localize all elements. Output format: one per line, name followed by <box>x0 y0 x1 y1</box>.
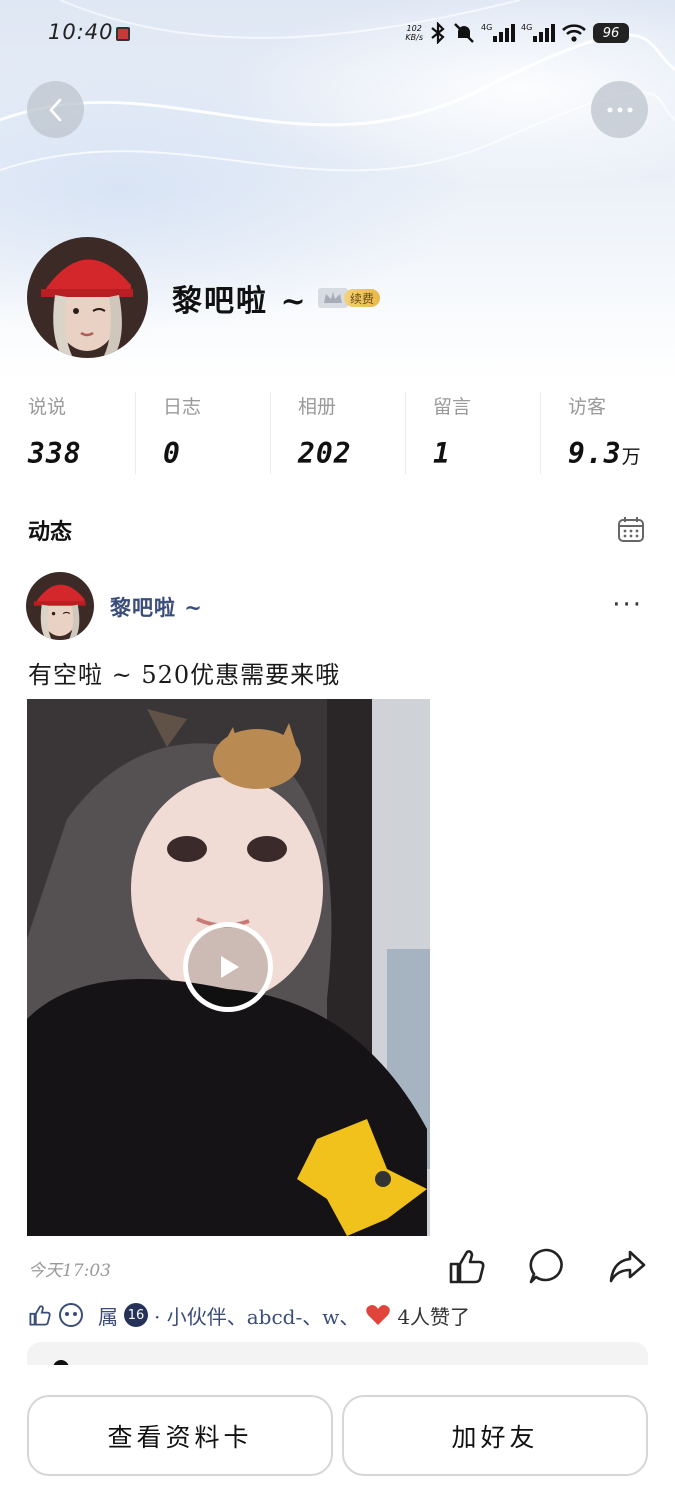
stat-number: 1 <box>433 437 451 470</box>
status-time: 10:40 <box>48 20 114 44</box>
signal-4g-icon: 4G <box>481 23 515 42</box>
liker-avatar-icon <box>59 1303 83 1327</box>
signal-4g-icon-2: 4G <box>521 23 555 42</box>
video-play-button[interactable] <box>183 922 273 1012</box>
share-icon[interactable] <box>607 1246 647 1286</box>
post-author-name[interactable]: 黎吧啦 ~ <box>110 592 203 622</box>
more-options-button[interactable] <box>591 81 648 138</box>
stat-label: 日志 <box>163 396 202 418</box>
more-horizontal-icon <box>607 107 632 112</box>
post-author-avatar[interactable] <box>26 572 94 640</box>
wifi-icon <box>562 24 586 42</box>
post-timestamp: 今天17:03 <box>28 1261 111 1281</box>
vip-renew-label: 续费 <box>344 289 381 307</box>
stat-label: 留言 <box>433 396 472 418</box>
likes-summary: 4人赞了 <box>397 1304 471 1329</box>
stat-label: 相册 <box>298 396 337 418</box>
liker-partial-name: 属 <box>98 1304 118 1329</box>
post-text: 有空啦 ~ 520优惠需要来哦 <box>28 661 341 689</box>
stat-unit: 万 <box>621 446 642 468</box>
mute-bell-icon <box>454 23 474 43</box>
svg-text:4G: 4G <box>521 23 532 32</box>
vip-badge[interactable]: 续费 <box>318 287 381 309</box>
stat-label: 访客 <box>568 396 607 418</box>
play-icon <box>221 956 239 978</box>
feed-title: 动态 <box>28 520 73 545</box>
stat-posts[interactable]: 说说 338 <box>0 390 135 475</box>
stat-number: 0 <box>163 437 181 470</box>
comment-icon[interactable] <box>527 1246 567 1286</box>
heart-icon <box>366 1305 391 1325</box>
likes-row[interactable]: 属 16 · 小伙伴、abcd-、w、 4人赞了 <box>28 1298 470 1332</box>
stat-number: 338 <box>28 437 82 470</box>
avatar-image <box>26 572 94 640</box>
stat-messages[interactable]: 留言 1 <box>405 390 540 475</box>
notification-app-icon <box>116 27 130 41</box>
stats-row: 说说 338 日志 0 相册 202 留言 1 访客 9.3万 <box>0 390 675 475</box>
profile-name: 黎吧啦 ~ <box>172 284 308 319</box>
stat-number: 202 <box>298 437 352 470</box>
status-icons: 102 KB/s 4G 4G 96 <box>405 20 629 46</box>
stat-label: 说说 <box>28 396 67 418</box>
status-bar: 10:40 102 KB/s 4G 4G 96 <box>0 0 675 70</box>
stat-number: 9.3 <box>568 437 622 470</box>
stat-visitors[interactable]: 访客 9.3万 <box>540 390 675 475</box>
bluetooth-icon <box>431 22 445 44</box>
profile-avatar[interactable] <box>27 237 148 358</box>
calendar-icon[interactable] <box>617 515 645 543</box>
liker-level-badge: 16 <box>124 1303 148 1327</box>
like-icon[interactable] <box>447 1246 487 1286</box>
add-friend-button[interactable]: 加好友 <box>342 1395 648 1476</box>
back-button[interactable] <box>27 81 84 138</box>
view-profile-card-button[interactable]: 查看资料卡 <box>27 1395 333 1476</box>
post-more-button[interactable]: ··· <box>612 590 643 620</box>
stat-value: 9.3万 <box>568 437 675 470</box>
liker-names: · 小伙伴、abcd-、w、 <box>154 1304 360 1329</box>
avatar-image <box>27 237 148 358</box>
stat-blog[interactable]: 日志 0 <box>135 390 270 475</box>
chevron-left-icon <box>48 98 61 121</box>
stat-value: 0 <box>163 437 270 470</box>
svg-text:4G: 4G <box>481 23 492 32</box>
like-small-icon <box>29 1305 51 1326</box>
net-speed: 102 KB/s <box>405 24 423 42</box>
stat-value: 1 <box>433 437 540 470</box>
net-speed-value: 102 <box>406 24 422 33</box>
stat-value: 338 <box>28 437 135 470</box>
net-speed-unit: KB/s <box>405 33 423 42</box>
stat-value: 202 <box>298 437 405 470</box>
battery-indicator: 96 <box>593 23 629 43</box>
stat-albums[interactable]: 相册 202 <box>270 390 405 475</box>
